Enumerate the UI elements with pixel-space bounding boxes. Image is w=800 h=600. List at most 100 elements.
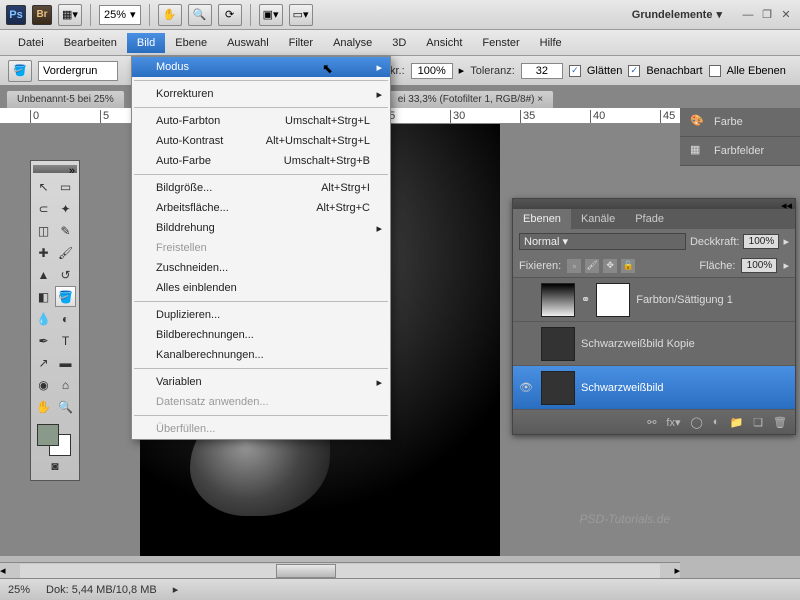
hand-tool-icon[interactable]: ✋ bbox=[33, 396, 54, 417]
all-layers-check[interactable] bbox=[709, 65, 721, 77]
lock-pixels-icon[interactable]: 🖌 bbox=[585, 259, 599, 273]
layer-row[interactable]: 👁Schwarzweißbild bbox=[513, 366, 795, 410]
menu-fenster[interactable]: Fenster bbox=[472, 33, 529, 53]
eyedropper-tool-icon[interactable]: ✎ bbox=[55, 220, 76, 241]
menu-item[interactable]: Bildgröße...Alt+Strg+I bbox=[132, 178, 390, 198]
doc-tab[interactable]: Unbenannt-5 bei 25% bbox=[6, 90, 125, 108]
menu-ebene[interactable]: Ebene bbox=[165, 33, 217, 53]
screen-mode-icon[interactable]: ▭▾ bbox=[289, 4, 313, 26]
menu-item[interactable]: Auto-KontrastAlt+Umschalt+Strg+L bbox=[132, 131, 390, 151]
bucket-tool-icon[interactable]: 🪣 bbox=[8, 60, 32, 82]
trash-icon[interactable]: 🗑 bbox=[773, 416, 787, 429]
wand-tool-icon[interactable]: ✦ bbox=[55, 198, 76, 219]
zoom-tool-icon[interactable]: 🔍 bbox=[55, 396, 76, 417]
menu-auswahl[interactable]: Auswahl bbox=[217, 33, 279, 53]
lock-all-icon[interactable]: 🔒 bbox=[621, 259, 635, 273]
restore-icon[interactable]: ❐ bbox=[759, 8, 775, 22]
eraser-tool-icon[interactable]: ◧ bbox=[33, 286, 54, 307]
panel-tab[interactable]: Pfade bbox=[625, 209, 674, 229]
menu-item[interactable]: Modus▸⬉ bbox=[132, 57, 390, 77]
lock-transparency-icon[interactable]: ▫ bbox=[567, 259, 581, 273]
panel-tab[interactable]: Ebenen bbox=[513, 209, 571, 229]
workspace-switcher[interactable]: Grundelemente ▾ bbox=[632, 8, 722, 21]
path-tool-icon[interactable]: ↗ bbox=[33, 352, 54, 373]
menu-item[interactable]: Auto-FarbtonUmschalt+Strg+L bbox=[132, 111, 390, 131]
brush-tool-icon[interactable]: 🖌 bbox=[55, 242, 76, 263]
menu-ansicht[interactable]: Ansicht bbox=[416, 33, 472, 53]
opacity-input[interactable] bbox=[411, 63, 453, 79]
menu-analyse[interactable]: Analyse bbox=[323, 33, 382, 53]
mask-icon[interactable]: ◯ bbox=[690, 416, 702, 429]
crop-tool-icon[interactable]: ◫ bbox=[33, 220, 54, 241]
fg-color[interactable] bbox=[37, 424, 59, 446]
layer-fill-input[interactable] bbox=[741, 258, 777, 273]
shape-tool-icon[interactable]: ▬ bbox=[55, 352, 76, 373]
move-tool-icon[interactable]: ↖ bbox=[33, 176, 54, 197]
menu-bearbeiten[interactable]: Bearbeiten bbox=[54, 33, 127, 53]
doc-tab[interactable]: ei 33,3% (Fotofilter 1, RGB/8#) × bbox=[387, 90, 554, 108]
tolerance-input[interactable] bbox=[521, 63, 563, 79]
blur-tool-icon[interactable]: 💧 bbox=[33, 308, 54, 329]
menu-item[interactable]: Bilddrehung▸ bbox=[132, 218, 390, 238]
bridge-icon[interactable]: Br bbox=[32, 5, 52, 25]
type-tool-icon[interactable]: T bbox=[55, 330, 76, 351]
menu-datei[interactable]: Datei bbox=[8, 33, 54, 53]
fx-icon[interactable]: fx▾ bbox=[666, 416, 680, 429]
color-swatches[interactable] bbox=[33, 422, 77, 454]
menu-filter[interactable]: Filter bbox=[279, 33, 323, 53]
layer-row[interactable]: Schwarzweißbild Kopie bbox=[513, 322, 795, 366]
menu-item[interactable]: Duplizieren... bbox=[132, 305, 390, 325]
arrange-icon[interactable]: ▣▾ bbox=[259, 4, 283, 26]
close-icon[interactable]: ✕ bbox=[778, 8, 794, 22]
layout-button[interactable]: ▦▾ bbox=[58, 4, 82, 26]
new-layer-icon[interactable]: ❏ bbox=[753, 416, 763, 429]
panel-tab[interactable]: Kanäle bbox=[571, 209, 625, 229]
menu-hilfe[interactable]: Hilfe bbox=[530, 33, 572, 53]
visibility-icon[interactable] bbox=[517, 335, 535, 353]
fill-source[interactable]: Vordergrun bbox=[38, 61, 118, 81]
dodge-tool-icon[interactable]: ◐ bbox=[55, 308, 76, 329]
visibility-icon[interactable]: 👁 bbox=[517, 379, 535, 397]
menu-item[interactable]: Kanalberechnungen... bbox=[132, 345, 390, 365]
zoom-dropdown[interactable]: 25%▾ bbox=[99, 5, 141, 25]
history-brush-icon[interactable]: ↺ bbox=[55, 264, 76, 285]
bucket-tool-icon[interactable]: 🪣 bbox=[55, 286, 76, 307]
zoom-tool-icon[interactable]: 🔍 bbox=[188, 4, 212, 26]
farbfelder-panel-tab[interactable]: ▦ Farbfelder bbox=[680, 137, 800, 166]
menu-item[interactable]: Arbeitsfläche...Alt+Strg+C bbox=[132, 198, 390, 218]
panel-grip[interactable]: ◂◂ bbox=[513, 199, 795, 209]
scrollbar-horizontal[interactable]: ◂▸ bbox=[0, 562, 680, 578]
heal-tool-icon[interactable]: ✚ bbox=[33, 242, 54, 263]
stamp-tool-icon[interactable]: ▲ bbox=[33, 264, 54, 285]
quickmask-icon[interactable]: ◙ bbox=[33, 455, 77, 476]
3d-camera-icon[interactable]: ⌂ bbox=[55, 374, 76, 395]
group-icon[interactable]: 📁 bbox=[729, 416, 743, 429]
visibility-icon[interactable] bbox=[517, 291, 535, 309]
pen-tool-icon[interactable]: ✒ bbox=[33, 330, 54, 351]
contiguous-check[interactable]: ✓ bbox=[628, 65, 640, 77]
link-layers-icon[interactable]: ⚯ bbox=[647, 416, 656, 429]
menu-item[interactable]: Zuschneiden... bbox=[132, 258, 390, 278]
menu-item[interactable]: Variablen▸ bbox=[132, 372, 390, 392]
marquee-tool-icon[interactable]: ▭ bbox=[55, 176, 76, 197]
adjustment-icon[interactable]: ◐ bbox=[713, 416, 720, 428]
blend-mode-select[interactable]: Normal ▾ bbox=[519, 233, 686, 250]
menu-item[interactable]: Korrekturen▸ bbox=[132, 84, 390, 104]
antialias-check[interactable]: ✓ bbox=[569, 65, 581, 77]
bild-menu-dropdown: Modus▸⬉ Korrekturen▸ Auto-FarbtonUmschalt+… bbox=[131, 56, 391, 440]
minimize-icon[interactable]: — bbox=[740, 8, 756, 22]
lasso-tool-icon[interactable]: ⊂ bbox=[33, 198, 54, 219]
toolbox-header[interactable]: » bbox=[33, 165, 77, 173]
3d-tool-icon[interactable]: ◉ bbox=[33, 374, 54, 395]
menu-bild[interactable]: Bild bbox=[127, 33, 165, 53]
menu-item[interactable]: Auto-FarbeUmschalt+Strg+B bbox=[132, 151, 390, 171]
menu-item[interactable]: Bildberechnungen... bbox=[132, 325, 390, 345]
farbe-panel-tab[interactable]: 🎨 Farbe bbox=[680, 108, 800, 137]
rotate-view-icon[interactable]: ⟳ bbox=[218, 4, 242, 26]
layer-opacity-input[interactable] bbox=[743, 234, 779, 249]
hand-tool-icon[interactable]: ✋ bbox=[158, 4, 182, 26]
lock-position-icon[interactable]: ✥ bbox=[603, 259, 617, 273]
menu-3d[interactable]: 3D bbox=[382, 33, 416, 53]
menu-item[interactable]: Alles einblenden bbox=[132, 278, 390, 298]
layer-row[interactable]: ⚭Farbton/Sättigung 1 bbox=[513, 278, 795, 322]
